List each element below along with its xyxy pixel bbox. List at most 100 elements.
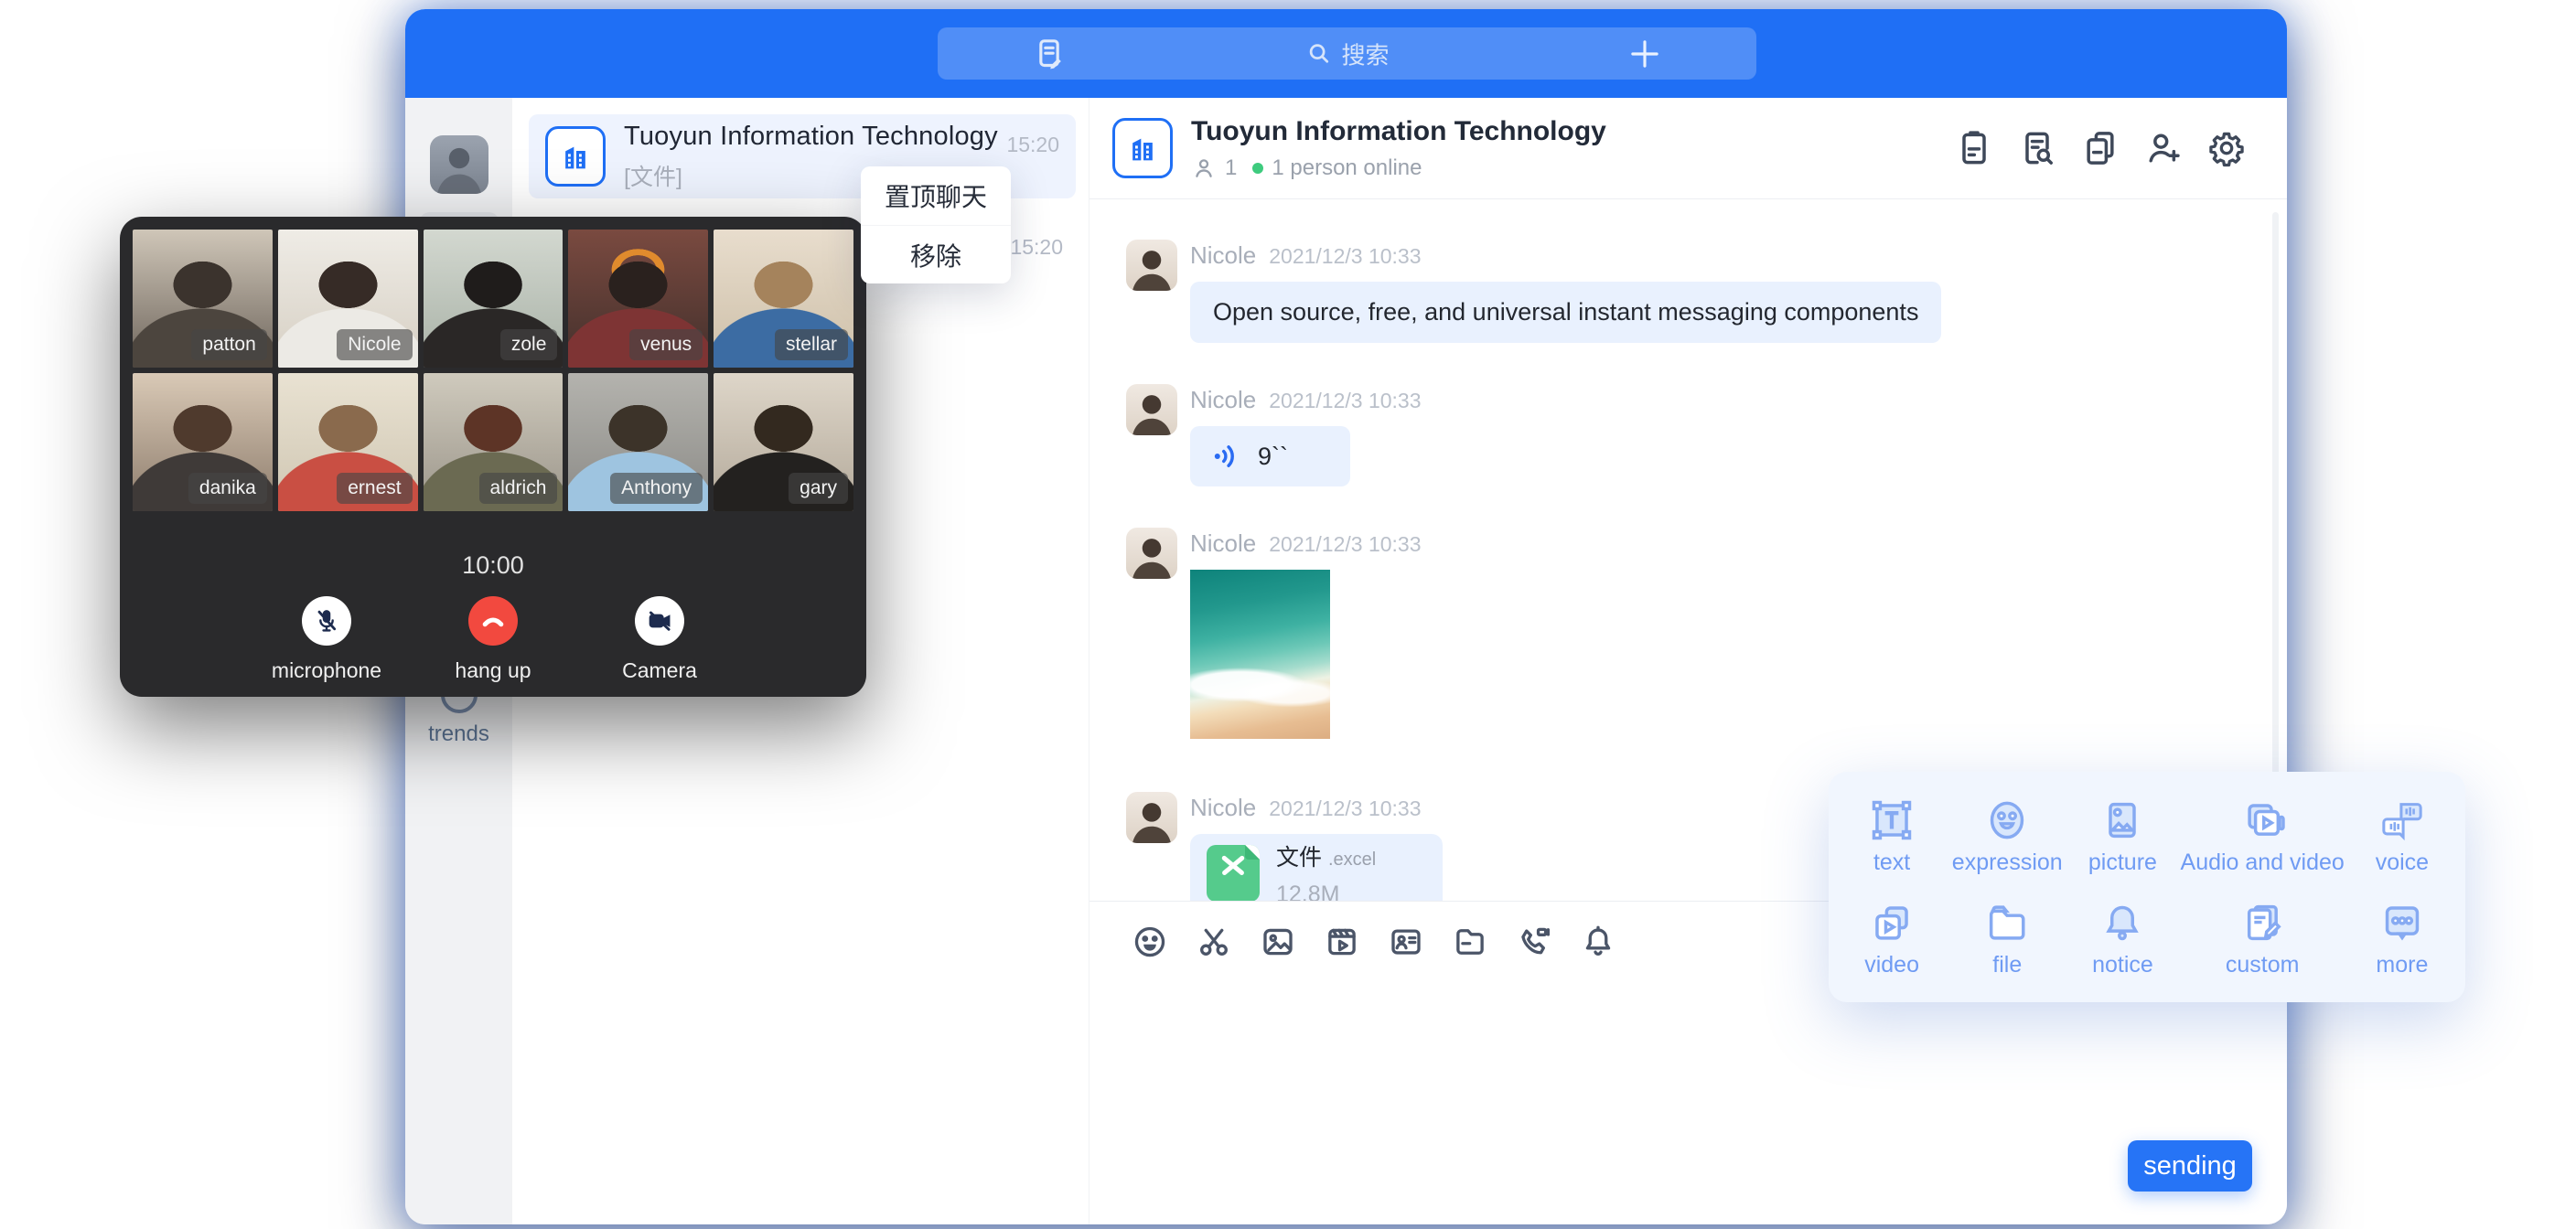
voice-icon <box>2378 796 2426 844</box>
microphone-button[interactable]: microphone <box>272 596 381 683</box>
chat-header-actions <box>1954 128 2247 168</box>
participant-tile: gary <box>714 373 853 511</box>
group-building-icon <box>1112 118 1173 178</box>
chat-subtitle: 1 1 person online <box>1191 155 1954 181</box>
panel-item-text[interactable]: text <box>1834 785 1949 887</box>
participant-name: Anthony <box>610 473 703 504</box>
message-time: 2021/12/3 10:33 <box>1269 532 1421 557</box>
expression-icon <box>1983 796 2031 844</box>
panel-label: Audio and video <box>2181 850 2345 876</box>
online-status: 1 person online <box>1272 155 1422 181</box>
files-icon[interactable] <box>2080 128 2120 168</box>
panel-item-picture[interactable]: picture <box>2065 785 2180 887</box>
microphone-label: microphone <box>272 658 381 683</box>
participant-tile: stellar <box>714 230 853 368</box>
audio-video-icon <box>2238 796 2286 844</box>
participant-name: danika <box>188 473 267 504</box>
hang-up-button[interactable]: hang up <box>438 596 548 683</box>
conversation-context-menu: 置顶聊天 移除 <box>861 166 1011 283</box>
panel-label: file <box>1992 952 2022 978</box>
menu-item-pin-chat[interactable]: 置顶聊天 <box>861 166 1011 225</box>
message-text: Nicole 2021/12/3 10:33 Open source, free… <box>1126 240 2250 343</box>
voice-bubble[interactable]: 9`` <box>1190 426 1350 486</box>
chat-title: Tuoyun Information Technology <box>1191 116 1954 147</box>
search-placeholder-group[interactable]: 搜索 <box>1304 37 1389 70</box>
file-bubble[interactable]: 文件 .excel 12.8M <box>1190 834 1443 901</box>
chat-pane: Tuoyun Information Technology 1 1 person… <box>1089 98 2287 1224</box>
panel-item-audio-video[interactable]: Audio and video <box>2181 785 2345 887</box>
search-bar[interactable]: 搜索 <box>938 27 1756 80</box>
avatar[interactable] <box>1126 528 1177 579</box>
video-call-icon[interactable] <box>1514 922 1554 962</box>
top-bar: 搜索 <box>405 9 2287 98</box>
file-ext: .excel <box>1328 850 1376 870</box>
mic-muted-icon <box>302 596 351 646</box>
participant-name: Nicole <box>337 329 412 360</box>
avatar[interactable] <box>1126 792 1177 843</box>
more-icon <box>2378 899 2426 946</box>
plus-icon[interactable] <box>1625 34 1665 74</box>
chat-history-search-icon[interactable] <box>2017 128 2057 168</box>
conversation-2-time: 15:20 <box>1010 235 1063 260</box>
participant-tile: Anthony <box>568 373 708 511</box>
message-body: Nicole 2021/12/3 10:33 Open source, free… <box>1190 240 1941 343</box>
hang-up-label: hang up <box>455 658 531 683</box>
panel-label: picture <box>2088 850 2157 876</box>
notification-bell-icon[interactable] <box>1578 922 1618 962</box>
settings-gear-icon[interactable] <box>2206 128 2247 168</box>
avatar[interactable] <box>1126 240 1177 291</box>
panel-item-custom[interactable]: custom <box>2181 887 2345 989</box>
sender-name: Nicole <box>1190 529 1256 558</box>
screenshot-scissors-icon[interactable] <box>1194 922 1234 962</box>
picture-icon[interactable] <box>1258 922 1298 962</box>
video-call-overlay: patton Nicole zole venus stellar danika … <box>120 217 866 697</box>
file-icon <box>1983 899 2031 946</box>
voice-duration: 9`` <box>1258 443 1288 471</box>
contact-card-icon[interactable] <box>1386 922 1426 962</box>
menu-item-remove[interactable]: 移除 <box>861 225 1011 283</box>
participant-tile: aldrich <box>424 373 564 511</box>
message-type-panel: text expression picture <box>1829 772 2465 1002</box>
participant-name: gary <box>789 473 848 504</box>
camera-button[interactable]: Camera <box>605 596 714 683</box>
board-icon[interactable] <box>1954 128 1994 168</box>
participant-tile: danika <box>133 373 273 511</box>
panel-label: video <box>1864 952 1919 978</box>
search-placeholder: 搜索 <box>1341 37 1389 70</box>
panel-item-voice[interactable]: voice <box>2345 785 2460 887</box>
note-edit-icon[interactable] <box>1029 34 1069 74</box>
panel-label: more <box>2376 952 2428 978</box>
panel-item-expression[interactable]: expression <box>1949 785 2065 887</box>
notice-icon <box>2098 899 2146 946</box>
emoji-icon[interactable] <box>1130 922 1170 962</box>
file-folder-icon[interactable] <box>1450 922 1490 962</box>
excel-file-icon <box>1207 845 1260 901</box>
panel-item-notice[interactable]: notice <box>2065 887 2180 989</box>
call-timer: 10:00 <box>133 551 853 580</box>
send-button[interactable]: sending <box>2128 1140 2252 1192</box>
camera-label: Camera <box>622 658 697 683</box>
members-icon <box>1191 155 1217 181</box>
image-attachment-beach[interactable] <box>1190 570 1330 739</box>
participant-tile: patton <box>133 230 273 368</box>
message-image: Nicole 2021/12/3 10:33 <box>1126 528 2250 739</box>
add-member-icon[interactable] <box>2143 128 2184 168</box>
picture-icon <box>2098 796 2146 844</box>
text-icon <box>1868 796 1916 844</box>
panel-item-more[interactable]: more <box>2345 887 2460 989</box>
hang-up-icon <box>468 596 518 646</box>
online-dot <box>1252 163 1263 174</box>
avatar[interactable] <box>1126 384 1177 435</box>
text-bubble[interactable]: Open source, free, and universal instant… <box>1190 282 1941 343</box>
chat-header-meta: Tuoyun Information Technology 1 1 person… <box>1191 116 1954 181</box>
panel-item-video[interactable]: video <box>1834 887 1949 989</box>
my-avatar[interactable] <box>430 135 488 194</box>
participant-tile: Nicole <box>278 230 418 368</box>
file-name: 文件 <box>1276 845 1322 871</box>
panel-item-file[interactable]: file <box>1949 887 2065 989</box>
sender-name: Nicole <box>1190 241 1256 270</box>
video-clip-icon[interactable] <box>1322 922 1362 962</box>
person-silhouette <box>430 135 488 194</box>
panel-label: voice <box>2376 850 2429 876</box>
custom-icon <box>2238 899 2286 946</box>
